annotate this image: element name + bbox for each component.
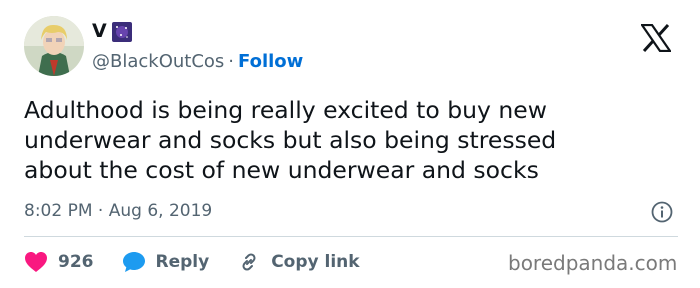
info-icon[interactable] [651, 201, 673, 223]
tweet-line: underwear and socks but also being stres… [24, 126, 557, 154]
tweet-line: Adulthood is being really excited to buy… [24, 96, 547, 124]
avatar[interactable] [24, 16, 84, 76]
follow-button[interactable]: Follow [238, 51, 303, 72]
handle[interactable]: @BlackOutCos [92, 51, 224, 72]
copy-link-button[interactable]: Copy link [237, 251, 360, 273]
reply-label: Reply [155, 252, 210, 272]
reply-bubble-icon [122, 252, 145, 272]
divider [24, 236, 678, 237]
reply-button[interactable]: Reply [122, 251, 210, 273]
like-count: 926 [58, 252, 94, 272]
timestamp[interactable]: 8:02 PM · Aug 6, 2019 [24, 200, 212, 222]
timestamp-separator: · [97, 201, 104, 221]
heart-icon [25, 252, 47, 272]
tweet-date: Aug 6, 2019 [108, 201, 213, 221]
tweet-text: Adulthood is being really excited to buy… [24, 95, 664, 185]
x-logo-icon[interactable] [639, 23, 673, 53]
handle-row: @BlackOutCos · Follow [92, 50, 303, 74]
like-button[interactable]: 926 [24, 251, 94, 273]
display-name[interactable]: V [92, 19, 107, 43]
link-icon [242, 253, 256, 271]
copy-link-label: Copy link [271, 252, 360, 272]
tweet-time: 8:02 PM [24, 201, 93, 221]
galaxy-emoji-icon [112, 22, 132, 42]
action-bar: 926 Reply Copy link [24, 250, 388, 274]
handle-separator: · [228, 51, 235, 72]
tweet-line: about the cost of new underwear and sock… [24, 156, 539, 184]
watermark: boredpanda.com [508, 251, 678, 275]
